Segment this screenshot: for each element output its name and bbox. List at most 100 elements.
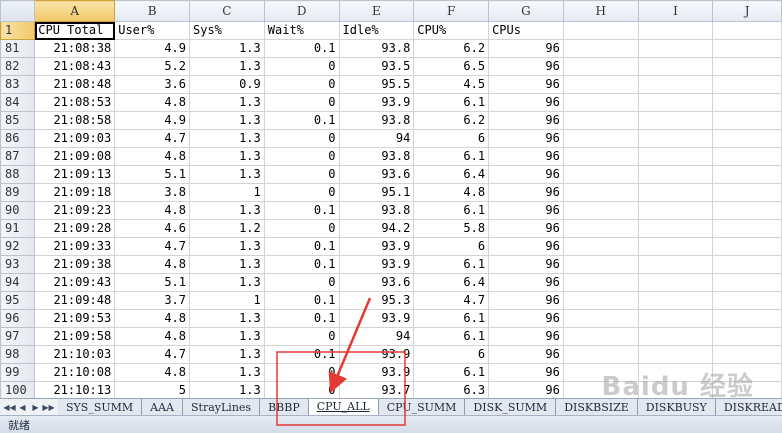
cell-d[interactable]: 0.1 — [263, 201, 340, 220]
cell-h[interactable] — [562, 111, 639, 130]
cell-f[interactable]: 6.1 — [413, 309, 490, 328]
next-sheet-icon[interactable]: ▶ — [30, 401, 41, 414]
cell-g[interactable]: 96 — [488, 273, 564, 292]
cell-f[interactable]: 6.4 — [413, 165, 490, 184]
cell-g[interactable]: 96 — [488, 381, 564, 398]
row-header[interactable]: 84 — [0, 93, 36, 112]
cell-h[interactable] — [562, 75, 639, 94]
cell-d[interactable]: 0 — [263, 327, 340, 346]
cell-h[interactable] — [562, 237, 639, 256]
cell-a[interactable]: 21:09:18 — [34, 183, 116, 202]
cell-g[interactable]: 96 — [488, 201, 564, 220]
cell-c[interactable]: 1 — [189, 183, 265, 202]
cell-a[interactable]: 21:08:53 — [34, 93, 116, 112]
row-header[interactable]: 81 — [0, 39, 36, 58]
cell-a[interactable]: 21:08:48 — [34, 75, 116, 94]
row-header[interactable]: 1 — [0, 21, 36, 40]
cell-g[interactable]: CPUs — [488, 21, 564, 40]
cell-i[interactable] — [637, 309, 714, 328]
sheet-tab[interactable]: AAA — [142, 399, 184, 416]
cell-b[interactable]: 4.7 — [114, 129, 190, 148]
row-header[interactable]: 83 — [0, 75, 36, 94]
cell-b[interactable]: 4.8 — [114, 363, 190, 382]
cell-g[interactable]: 96 — [488, 183, 564, 202]
cell-i[interactable] — [637, 93, 714, 112]
cell-b[interactable]: 4.7 — [114, 237, 190, 256]
cell-h[interactable] — [562, 345, 639, 364]
cell-i[interactable] — [637, 255, 714, 274]
cell-f[interactable]: 6.2 — [413, 39, 490, 58]
row-header[interactable]: 93 — [0, 255, 36, 274]
cell-e[interactable]: 93.5 — [338, 57, 415, 76]
cell-d[interactable]: 0.1 — [263, 291, 340, 310]
cell-f[interactable]: 6.3 — [413, 381, 490, 398]
cell-i[interactable] — [637, 327, 714, 346]
cell-h[interactable] — [562, 273, 639, 292]
cell-j[interactable] — [712, 219, 782, 238]
cell-d[interactable]: 0 — [263, 93, 340, 112]
cell-a[interactable]: 21:09:53 — [34, 309, 116, 328]
cell-c[interactable]: 1.3 — [189, 111, 265, 130]
cell-g[interactable]: 96 — [488, 147, 564, 166]
cell-h[interactable] — [562, 21, 639, 40]
cell-i[interactable] — [637, 345, 714, 364]
cell-f[interactable]: 6.4 — [413, 273, 490, 292]
cell-a[interactable]: 21:10:08 — [34, 363, 116, 382]
cell-i[interactable] — [637, 201, 714, 220]
cell-i[interactable] — [637, 57, 714, 76]
cell-d[interactable]: 0 — [263, 273, 340, 292]
cell-d[interactable]: 0.1 — [263, 237, 340, 256]
first-sheet-icon[interactable]: ◀◀ — [3, 401, 15, 414]
cell-h[interactable] — [562, 165, 639, 184]
cell-e[interactable]: 93.9 — [338, 363, 415, 382]
cell-a[interactable]: 21:09:58 — [34, 327, 116, 346]
cell-a[interactable]: 21:09:28 — [34, 219, 116, 238]
column-header-g[interactable]: G — [488, 0, 564, 22]
cell-b[interactable]: 5.1 — [114, 165, 190, 184]
cell-a[interactable]: 21:08:58 — [34, 111, 116, 130]
cell-e[interactable]: 93.8 — [338, 39, 415, 58]
cell-g[interactable]: 96 — [488, 165, 564, 184]
cell-g[interactable]: 96 — [488, 129, 564, 148]
cell-i[interactable] — [637, 273, 714, 292]
cell-c[interactable]: 1.3 — [189, 147, 265, 166]
cell-b[interactable]: 4.8 — [114, 309, 190, 328]
row-header[interactable]: 82 — [0, 57, 36, 76]
row-header[interactable]: 85 — [0, 111, 36, 130]
cell-e[interactable]: 93.8 — [338, 111, 415, 130]
cell-e[interactable]: 93.9 — [338, 93, 415, 112]
cell-c[interactable]: 1.3 — [189, 93, 265, 112]
row-header[interactable]: 94 — [0, 273, 36, 292]
cell-c[interactable]: 1.3 — [189, 327, 265, 346]
row-header[interactable]: 90 — [0, 201, 36, 220]
cell-e[interactable]: 94 — [338, 327, 415, 346]
sheet-tab[interactable]: SYS_SUMM — [58, 399, 143, 416]
cell-h[interactable] — [562, 309, 639, 328]
cell-g[interactable]: 96 — [488, 39, 564, 58]
cell-j[interactable] — [712, 237, 782, 256]
row-header[interactable]: 86 — [0, 129, 36, 148]
cell-a[interactable]: 21:09:03 — [34, 129, 116, 148]
cell-f[interactable]: 4.8 — [413, 183, 490, 202]
sheet-tab[interactable]: BBBP — [260, 399, 309, 416]
row-header[interactable]: 95 — [0, 291, 36, 310]
cell-b[interactable]: 4.9 — [114, 111, 190, 130]
cell-c[interactable]: 1.2 — [189, 219, 265, 238]
cell-f[interactable]: CPU% — [413, 21, 490, 40]
cell-f[interactable]: 6 — [413, 129, 490, 148]
spreadsheet-grid[interactable]: ABCDEFGHIJ 1 CPU Total User% Sys% Wait% Idle%… — [0, 0, 782, 398]
cell-b[interactable]: 3.6 — [114, 75, 190, 94]
cell-f[interactable]: 6.1 — [413, 363, 490, 382]
cell-i[interactable] — [637, 21, 714, 40]
row-header[interactable]: 97 — [0, 327, 36, 346]
cell-j[interactable] — [712, 201, 782, 220]
column-header-j[interactable]: J — [712, 0, 782, 22]
cell-g[interactable]: 96 — [488, 309, 564, 328]
cell-a[interactable]: 21:10:13 — [34, 381, 116, 398]
cell-h[interactable] — [562, 291, 639, 310]
cell-g[interactable]: 96 — [488, 75, 564, 94]
cell-d[interactable]: 0 — [263, 75, 340, 94]
cell-b[interactable]: 4.7 — [114, 345, 190, 364]
cell-b[interactable]: 3.7 — [114, 291, 190, 310]
cell-b[interactable]: User% — [114, 21, 190, 40]
